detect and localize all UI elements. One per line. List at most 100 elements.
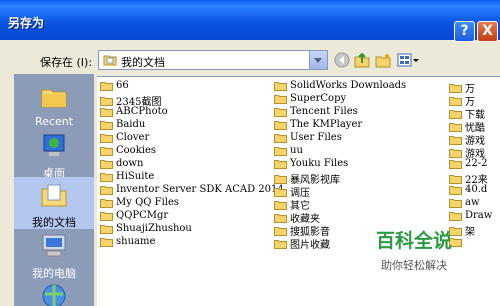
folder-name: Clover	[116, 132, 150, 143]
folder-icon	[274, 120, 287, 130]
close-button[interactable]: X	[477, 21, 498, 42]
folder-name: 架	[465, 227, 475, 238]
folder-item[interactable]: 22-2	[449, 158, 487, 171]
title-bar: 另存为 ? X	[0, 0, 500, 42]
folder-name: SuperCopy	[290, 93, 347, 104]
folder-item[interactable]: 其它	[274, 197, 310, 212]
place-my-computer[interactable]: 我的电脑	[14, 232, 94, 281]
folder-item[interactable]: SolidWorks Downloads	[274, 80, 406, 93]
folder-name: SolidWorks Downloads	[290, 80, 407, 91]
folder-icon	[274, 187, 287, 197]
place-my-documents[interactable]: 我的文档	[14, 177, 94, 229]
folder-item[interactable]: 暴风影视库	[274, 171, 340, 186]
folder-icon	[100, 224, 113, 234]
folder-item[interactable]: 调压	[274, 184, 310, 199]
folder-icon	[100, 133, 113, 143]
folder-item[interactable]: 40.d	[449, 184, 487, 197]
folder-icon	[449, 109, 462, 119]
new-folder-icon[interactable]	[375, 52, 391, 68]
folder-icon	[274, 146, 287, 156]
folder-icon	[100, 211, 113, 221]
folder-icon	[274, 94, 287, 104]
folder-icon	[274, 107, 287, 117]
chevron-down-icon[interactable]	[309, 51, 327, 69]
location-combobox[interactable]: 我的文档	[98, 50, 328, 70]
folder-icon	[449, 83, 462, 93]
folder-item[interactable]: Draw	[449, 210, 492, 223]
watermark-sub: 助你轻松解决	[381, 259, 447, 272]
folder-item[interactable]: Cookies	[100, 145, 156, 158]
folder-item[interactable]: down	[100, 158, 143, 171]
folder-icon	[100, 107, 113, 117]
folder-icon	[449, 148, 462, 158]
recent-folder-icon	[41, 89, 67, 108]
folder-item[interactable]: ShuajiZhushou	[100, 223, 192, 236]
places-bar: Recent 桌面 我的文档 我的电脑	[14, 74, 94, 306]
folder-item[interactable]: Clover	[100, 132, 149, 145]
back-icon[interactable]	[334, 52, 350, 68]
folder-name: uu	[290, 145, 303, 156]
place-desktop[interactable]: 桌面	[14, 132, 94, 181]
folder-name: The KMPlayer	[290, 119, 363, 130]
folder-item[interactable]: 下载	[449, 106, 485, 121]
folder-icon	[274, 239, 287, 249]
folder-item[interactable]: 万	[449, 93, 475, 108]
folder-item[interactable]: HiSuite	[100, 171, 154, 184]
folder-item[interactable]: Tencent Files	[274, 106, 358, 119]
folder-item[interactable]: 66	[100, 80, 129, 93]
folder-icon	[449, 198, 462, 208]
folder-item[interactable]: My QQ Files	[100, 197, 179, 210]
folder-item[interactable]: 游戏	[449, 132, 485, 147]
folder-icon	[100, 172, 113, 182]
place-recent[interactable]: Recent	[14, 82, 94, 128]
folder-name: My QQ Files	[116, 197, 180, 208]
folder-name: ABCPhoto	[116, 106, 168, 117]
folder-item[interactable]: 图片收藏	[274, 236, 330, 251]
folder-icon	[100, 96, 113, 106]
folder-item[interactable]: 游戏	[449, 145, 485, 160]
folder-item[interactable]: 22来	[449, 171, 488, 186]
folder-name: Draw	[465, 210, 493, 221]
folder-item[interactable]: ABCPhoto	[100, 106, 168, 119]
folder-icon	[274, 200, 287, 210]
folder-item[interactable]: The KMPlayer	[274, 119, 362, 132]
folder-name: ShuajiZhushou	[116, 223, 192, 234]
folder-item[interactable]: Youku Files	[274, 158, 348, 171]
folder-icon	[100, 198, 113, 208]
help-button[interactable]: ?	[454, 21, 475, 42]
place-label: Recent	[34, 115, 74, 128]
folder-item[interactable]: shuame	[100, 236, 155, 249]
save-in-label: 保存在 (I):	[40, 56, 93, 69]
folder-name: Baidu	[116, 119, 146, 130]
folder-item[interactable]: 搜狐影音	[274, 223, 330, 238]
folder-item[interactable]: aw	[449, 197, 480, 210]
folder-item[interactable]: uu	[274, 145, 303, 158]
folder-item[interactable]: 万	[449, 80, 475, 95]
folder-icon	[100, 146, 113, 156]
folder-item[interactable]: User Files	[274, 132, 342, 145]
my-documents-icon	[41, 184, 67, 207]
folder-item[interactable]: QQPCMgr	[100, 210, 168, 223]
folder-item[interactable]: 忧酷	[449, 119, 485, 134]
folder-name: User Files	[290, 132, 342, 143]
folder-item[interactable]: Inventor Server SDK ACAD 2014	[100, 184, 284, 197]
folder-icon	[274, 81, 287, 91]
folder-name: Inventor Server SDK ACAD 2014	[116, 184, 284, 195]
watermark: 百科全说 助你轻松解决	[364, 226, 464, 273]
up-folder-icon[interactable]	[354, 52, 370, 68]
folder-item[interactable]: 收藏夹	[274, 210, 320, 225]
save-as-dialog: 另存为 ? X 保存在 (I): 我的文档 Recent 桌面 我的文档 我的电…	[0, 0, 500, 306]
folder-icon	[100, 185, 113, 195]
folder-name: 66	[116, 80, 129, 91]
folder-icon	[274, 226, 287, 236]
folder-icon	[449, 159, 462, 169]
folder-item[interactable]: Baidu	[100, 119, 145, 132]
view-menu-icon[interactable]	[397, 52, 419, 68]
folder-name: QQPCMgr	[116, 210, 169, 221]
place-network[interactable]	[14, 282, 94, 306]
folder-icon	[449, 135, 462, 145]
folder-icon	[100, 159, 113, 169]
folder-item[interactable]: 2345截图	[100, 93, 161, 108]
location-value: 我的文档	[121, 56, 165, 69]
folder-item[interactable]: SuperCopy	[274, 93, 346, 106]
